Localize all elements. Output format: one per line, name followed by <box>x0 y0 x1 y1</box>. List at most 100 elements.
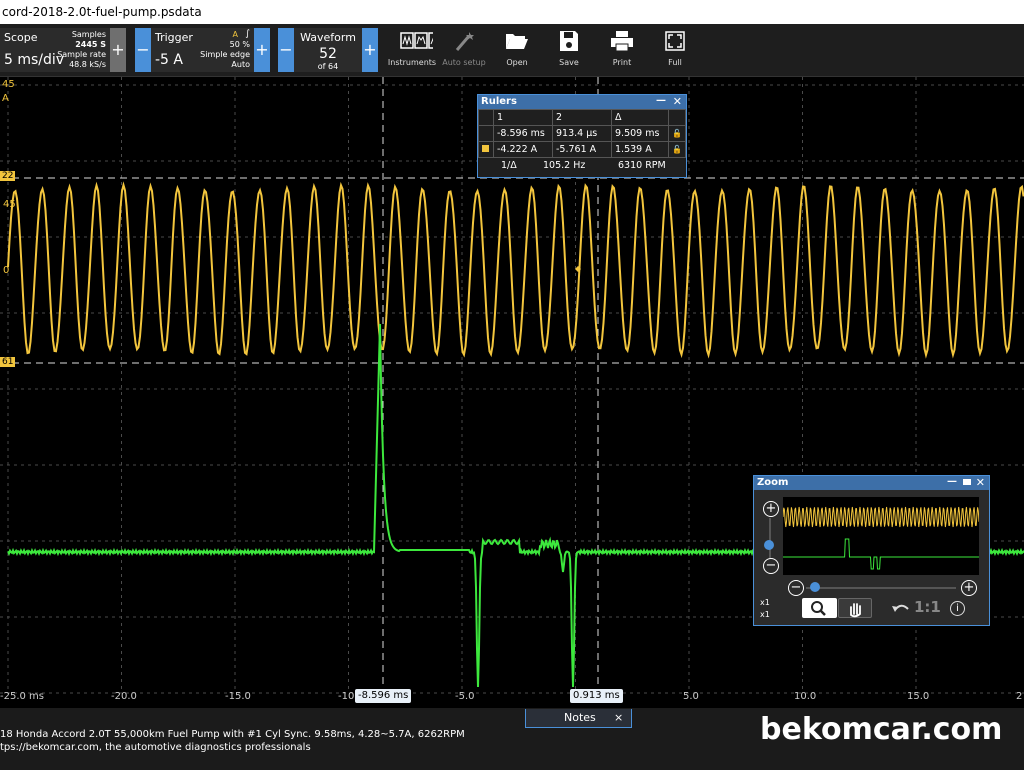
zoom-in-vertical-button[interactable]: + <box>763 501 779 517</box>
lower-ruler-marker[interactable]: 61 <box>0 357 16 367</box>
description-line-2: tps://bekomcar.com, the automotive diagn… <box>0 742 311 753</box>
zoom-panel[interactable]: Zoom — ✕ + − − + x1 x1 1:1 i <box>753 475 990 626</box>
inverse-delta-label: 1/Δ <box>501 160 517 171</box>
time-ruler-1-value: -8.596 ms <box>493 125 553 142</box>
time-ruler-2-value: 913.4 µs <box>552 125 612 142</box>
time-delta-value: 9.509 ms <box>611 125 669 142</box>
channel-a-swatch <box>482 145 489 152</box>
zoom-in-horizontal-button[interactable]: + <box>961 580 977 596</box>
toolbar: Scope 5 ms/div Samples 2445 S Sample rat… <box>0 24 1024 77</box>
trigger-group: Trigger -5 A A ∫ 50 % Simple edge Auto <box>151 28 254 72</box>
lock-icon[interactable]: 🔓 <box>668 125 686 142</box>
vertical-zoom-slider[interactable] <box>764 540 774 550</box>
trigger-level-value[interactable]: -5 A <box>155 52 183 68</box>
waveform-minus-button[interactable]: − <box>278 28 294 72</box>
samples-label: Samples <box>71 30 106 39</box>
full-screen-button[interactable]: Full <box>649 28 701 72</box>
zoom-out-vertical-button[interactable]: − <box>763 558 779 574</box>
table-row: -8.596 ms 913.4 µs 9.509 ms 🔓 <box>478 125 686 142</box>
ruler-1-time-tag[interactable]: -8.596 ms <box>355 689 412 703</box>
fullscreen-icon <box>665 31 685 51</box>
table-row: 1 2 Δ <box>478 109 686 126</box>
x-tick: 10.0 <box>794 691 817 702</box>
ruler-col-1: 1 <box>493 109 553 126</box>
minimize-icon[interactable]: — <box>947 475 957 489</box>
notes-close-icon[interactable]: × <box>614 709 623 727</box>
save-label: Save <box>559 58 579 67</box>
zoom-header[interactable]: Zoom — ✕ <box>754 476 989 490</box>
trigger-channel: A <box>232 30 238 39</box>
pan-tool-button[interactable] <box>838 598 872 618</box>
samples-value: 2445 S <box>75 40 106 49</box>
zoom-out-horizontal-button[interactable]: − <box>788 580 804 596</box>
amp-delta-value: 1.539 A <box>611 141 669 158</box>
x-tick: -25.0 ms <box>0 691 45 702</box>
x-tick: -10 <box>338 691 355 702</box>
info-icon[interactable]: i <box>950 601 965 616</box>
scope-plus-button[interactable]: + <box>110 28 126 72</box>
rulers-header[interactable]: Rulers — ✕ <box>478 95 686 109</box>
print-button[interactable]: Print <box>596 28 648 72</box>
x-tick: 2 <box>1016 691 1023 702</box>
auto-setup-label: Auto setup <box>442 58 486 67</box>
axis-zero-value: 0 <box>3 265 10 276</box>
rising-edge-icon: ∫ <box>245 29 250 39</box>
instruments-label: Instruments <box>387 58 437 67</box>
rulers-table: 1 2 Δ -8.596 ms 913.4 µs 9.509 ms 🔓 -4.2… <box>478 109 686 158</box>
minimize-icon[interactable]: — <box>656 94 666 108</box>
horizontal-zoom-slider[interactable] <box>810 582 820 592</box>
trigger-type: Simple edge <box>200 50 250 59</box>
x-zoom-factor: x1 <box>760 598 770 607</box>
print-label: Print <box>612 58 632 67</box>
notes-tab[interactable]: Notes × <box>525 709 632 728</box>
x-tick: 15.0 <box>907 691 930 702</box>
vertical-zoom-track[interactable] <box>769 518 771 558</box>
auto-setup-button[interactable]: Auto setup <box>438 28 490 72</box>
trigger-label: Trigger <box>155 31 193 44</box>
scope-group: Scope 5 ms/div Samples 2445 S Sample rat… <box>0 28 110 72</box>
y-zoom-factor: x1 <box>760 610 770 619</box>
amp-ruler-1-value: -4.222 A <box>493 141 553 158</box>
frequency-value: 105.2 Hz <box>543 160 586 171</box>
lock-icon[interactable]: 🔓 <box>668 141 686 158</box>
zoom-ratio[interactable]: 1:1 <box>914 598 941 616</box>
folder-open-icon <box>506 34 528 49</box>
instruments-button[interactable]: Instruments <box>386 28 438 72</box>
rpm-value: 6310 RPM <box>618 160 666 171</box>
description-line-1: 18 Honda Accord 2.0T 55,000km Fuel Pump … <box>0 729 465 740</box>
close-icon[interactable]: ✕ <box>976 476 985 490</box>
waveform-label: Waveform <box>300 31 356 44</box>
ruler-col-2: 2 <box>552 109 612 126</box>
magic-wand-icon <box>455 32 474 51</box>
trigger-minus-button[interactable]: − <box>135 28 151 72</box>
zoom-overview[interactable] <box>783 497 979 575</box>
open-button[interactable]: Open <box>491 28 543 72</box>
x-tick: -5.0 <box>455 691 475 702</box>
trigger-plus-button[interactable]: + <box>254 28 270 72</box>
timebase-value[interactable]: 5 ms/div <box>4 52 64 68</box>
x-tick: -20.0 <box>111 691 137 702</box>
instruments-icon <box>400 32 433 49</box>
scope-label: Scope <box>4 31 38 44</box>
x-tick: 5.0 <box>683 691 699 702</box>
ruler-2-time-tag[interactable]: 0.913 ms <box>570 689 623 703</box>
save-button[interactable]: Save <box>543 28 595 72</box>
close-icon[interactable]: ✕ <box>673 95 682 109</box>
upper-ruler-marker[interactable]: 22 <box>0 171 16 181</box>
axis-mid-value: 45 <box>3 199 16 210</box>
rulers-panel[interactable]: Rulers — ✕ 1 2 Δ -8.596 ms 913.4 µs 9.50… <box>477 94 687 178</box>
amp-ruler-2-value: -5.761 A <box>552 141 612 158</box>
brand-watermark: bekomcar.com <box>760 712 1003 747</box>
floppy-disk-icon <box>560 31 578 51</box>
table-row: -4.222 A -5.761 A 1.539 A 🔓 <box>478 141 686 158</box>
undo-zoom-icon[interactable] <box>890 600 912 618</box>
waveform-plus-button[interactable]: + <box>362 28 378 72</box>
zoom-tool-button[interactable] <box>802 598 837 618</box>
waveform-number[interactable]: 52 <box>294 46 362 62</box>
magnifier-icon <box>811 601 826 616</box>
window-title: cord-2018-2.0t-fuel-pump.psdata <box>0 0 1024 24</box>
maximize-icon[interactable] <box>963 479 971 485</box>
axis-unit: A <box>2 93 9 104</box>
horizontal-zoom-track[interactable] <box>806 587 956 589</box>
open-label: Open <box>506 58 528 67</box>
